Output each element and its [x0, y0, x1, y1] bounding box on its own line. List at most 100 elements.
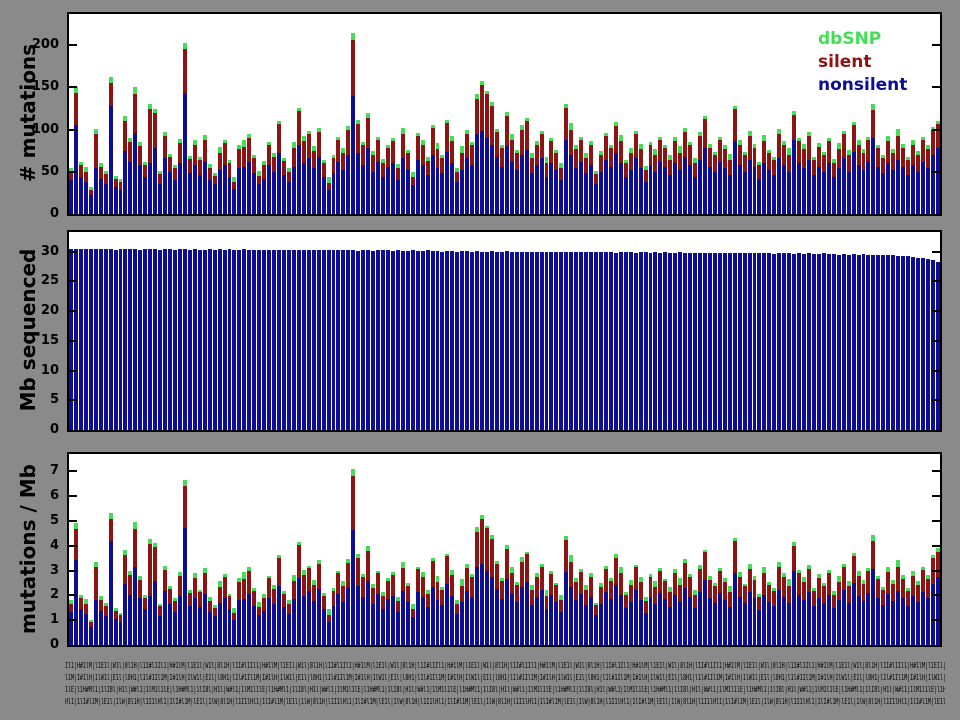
bar — [678, 578, 682, 645]
bar — [569, 252, 573, 430]
y-tick — [932, 340, 940, 342]
bar — [252, 588, 256, 645]
bar — [520, 252, 524, 430]
bar — [653, 149, 657, 214]
bar — [619, 567, 623, 645]
bar — [530, 252, 534, 430]
y-tick-label: 3 — [5, 564, 59, 578]
bar — [916, 581, 920, 645]
bar — [639, 144, 643, 214]
y-tick — [932, 594, 940, 596]
bar — [792, 254, 796, 430]
bar — [282, 250, 286, 430]
bar — [624, 160, 628, 214]
bar — [554, 150, 558, 214]
bar — [237, 250, 241, 430]
bar — [886, 567, 890, 645]
y-tick-label: 4 — [5, 539, 59, 553]
bar — [84, 167, 88, 214]
panel-mutations-per-mb — [67, 452, 942, 647]
bar — [252, 155, 256, 214]
bar — [69, 600, 73, 645]
bar — [807, 253, 811, 430]
bar — [79, 595, 83, 645]
bar — [183, 249, 187, 430]
bar — [911, 571, 915, 645]
bar — [589, 573, 593, 645]
y-tick — [932, 619, 940, 621]
bar — [574, 252, 578, 430]
bar — [807, 565, 811, 645]
bar — [703, 253, 707, 430]
panel-num-mutations — [67, 12, 942, 216]
bar — [688, 253, 692, 430]
bar — [564, 536, 568, 645]
y-tick — [69, 171, 77, 173]
bar — [317, 128, 321, 214]
y-tick — [932, 251, 940, 253]
bar — [307, 131, 311, 214]
bar — [906, 588, 910, 645]
bar — [123, 249, 127, 430]
bar — [153, 249, 157, 430]
sample-labels-row: Hl1|1lI#l1M|lE1l|1lW|8l1H|l1I1lHl1|1lI#l… — [65, 696, 945, 707]
bar — [386, 250, 390, 430]
bar — [119, 179, 123, 214]
bar — [827, 570, 831, 645]
bar — [257, 602, 261, 645]
bar — [193, 140, 197, 214]
bar — [584, 252, 588, 430]
bar — [133, 87, 137, 214]
bar — [148, 104, 152, 214]
bar — [361, 574, 365, 645]
bar — [822, 253, 826, 430]
bar — [228, 594, 232, 645]
bar — [336, 250, 340, 430]
y-tick — [69, 495, 77, 497]
bar — [604, 252, 608, 430]
bar — [475, 527, 479, 645]
bar — [906, 256, 910, 430]
bar — [322, 160, 326, 214]
bar — [198, 590, 202, 645]
legend-item-nonsilent: nonsilent — [818, 74, 907, 97]
bar — [896, 256, 900, 430]
bar — [94, 129, 98, 214]
bar — [208, 249, 212, 430]
bar — [535, 252, 539, 430]
bar — [673, 137, 677, 214]
y-tick — [932, 129, 940, 131]
bar — [713, 583, 717, 645]
bar — [163, 249, 167, 430]
bar — [569, 555, 573, 645]
bar — [876, 145, 880, 214]
bar — [475, 94, 479, 214]
bar — [713, 152, 717, 214]
bar — [629, 148, 633, 214]
bar — [891, 149, 895, 214]
bar — [708, 576, 712, 645]
bar — [847, 150, 851, 214]
bar — [297, 250, 301, 430]
bar — [787, 579, 791, 645]
bar — [123, 116, 127, 214]
bar — [272, 153, 276, 214]
bar — [728, 586, 732, 645]
bar — [921, 258, 925, 430]
bar — [559, 252, 563, 430]
bar — [876, 255, 880, 430]
bar — [545, 157, 549, 214]
bar — [332, 588, 336, 645]
bar — [663, 252, 667, 430]
bar — [663, 145, 667, 214]
bar — [262, 250, 266, 430]
bar — [411, 172, 415, 214]
bar — [421, 572, 425, 645]
bar — [114, 176, 118, 214]
bar — [213, 250, 217, 430]
legend-item-silent: silent — [818, 51, 907, 74]
y-tick — [69, 280, 77, 282]
bar — [619, 135, 623, 214]
bar — [356, 554, 360, 645]
y-tick-label: 0 — [5, 207, 59, 221]
